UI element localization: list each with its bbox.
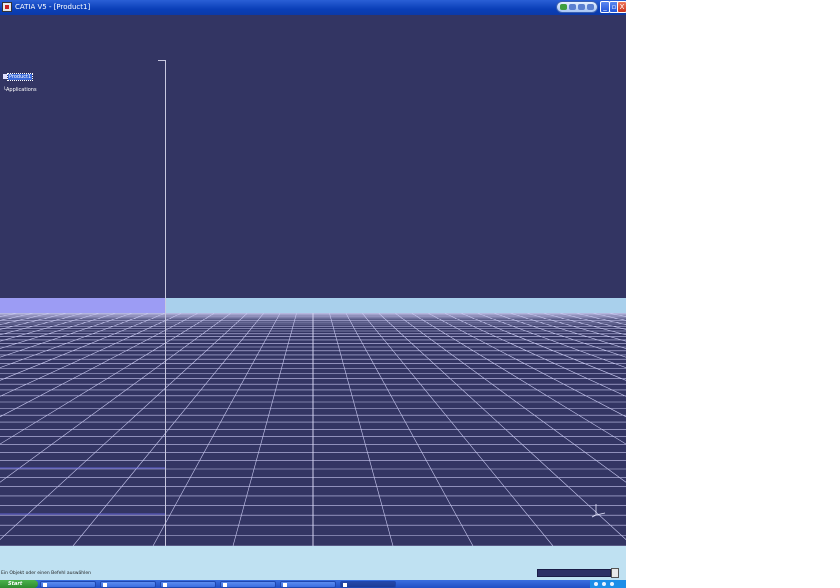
- app-icon: [343, 583, 347, 587]
- tray-icon[interactable]: [602, 582, 606, 586]
- tree-node-applications[interactable]: └Applications: [3, 87, 37, 94]
- layout-icon[interactable]: [578, 4, 585, 10]
- app-icon: [43, 583, 47, 587]
- tray-icon[interactable]: [610, 582, 614, 586]
- start-button[interactable]: Start: [0, 580, 38, 588]
- start-label: Start: [8, 581, 23, 587]
- taskbar-item[interactable]: [280, 581, 336, 588]
- app-icon: [103, 583, 107, 587]
- tray-icon[interactable]: [594, 582, 598, 586]
- catia-app-icon[interactable]: [2, 2, 12, 12]
- horizon-band-tree-area: [0, 298, 165, 313]
- help-icon[interactable]: [560, 4, 567, 10]
- product-icon: [3, 74, 7, 79]
- power-input-button[interactable]: [611, 568, 619, 578]
- axis-compass-icon[interactable]: [590, 502, 606, 518]
- search-icon[interactable]: [569, 4, 576, 10]
- tree-node-product1[interactable]: Product1: [3, 73, 34, 81]
- status-bar: Ein Objekt oder einen Befehl auswählen: [0, 546, 626, 580]
- tree-node-label: Applications: [6, 87, 37, 93]
- window-title: CATIA V5 - [Product1]: [15, 3, 91, 11]
- close-button[interactable]: X: [617, 1, 627, 13]
- workbench-status-pill[interactable]: [556, 1, 598, 13]
- 3d-viewport[interactable]: Product1 └Applications: [0, 15, 626, 546]
- power-input-field[interactable]: [537, 569, 611, 577]
- taskbar-item[interactable]: [160, 581, 216, 588]
- status-message: Ein Objekt oder einen Befehl auswählen: [1, 571, 92, 576]
- system-tray: [590, 580, 626, 588]
- info-icon[interactable]: [587, 4, 594, 10]
- tree-node-label: Product1: [6, 73, 34, 81]
- app-icon: [163, 583, 167, 587]
- taskbar-item[interactable]: [100, 581, 156, 588]
- ground-grid: [0, 313, 626, 546]
- spec-tree-top-tick: [158, 60, 166, 61]
- app-icon: [283, 583, 287, 587]
- taskbar-item-active[interactable]: [340, 581, 396, 588]
- app-icon: [223, 583, 227, 587]
- title-bar: CATIA V5 - [Product1] _ ▫ X: [0, 0, 627, 15]
- spec-tree-connector: [165, 60, 166, 546]
- taskbar-item[interactable]: [220, 581, 276, 588]
- taskbar-item[interactable]: [40, 581, 96, 588]
